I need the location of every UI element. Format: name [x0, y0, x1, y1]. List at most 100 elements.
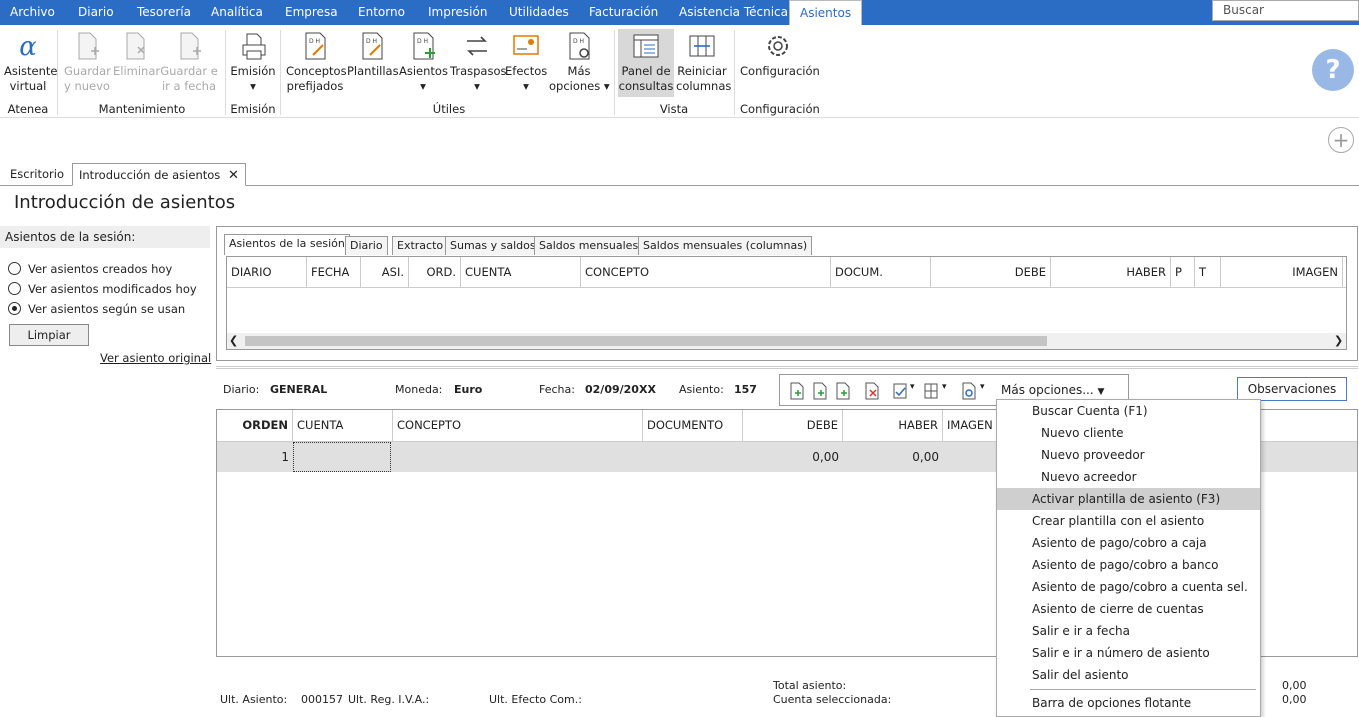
insert-line-icon[interactable] [812, 382, 828, 400]
check-list-icon[interactable] [892, 382, 908, 400]
menu-tab-empresa[interactable]: Empresa [285, 0, 338, 25]
col-cuenta[interactable]: CUENTA [461, 257, 581, 288]
col-imagen[interactable]: IMAGEN [943, 410, 1003, 442]
total-asiento-label: Total asiento: [773, 679, 847, 692]
reiniciar-columnas-button[interactable]: Reiniciar columnas [676, 31, 731, 94]
col-p[interactable]: P [1171, 257, 1195, 288]
tab-introduccion[interactable]: Introducción de asientos ✕ [72, 163, 246, 186]
asientos-button[interactable]: D H Asientos ▾ [399, 31, 448, 94]
menu-item-salir-asiento[interactable]: Salir del asiento [997, 664, 1260, 686]
col-t[interactable]: T [1195, 257, 1221, 288]
efectos-button[interactable]: Efectos ▾ [505, 31, 547, 94]
row-cuenta-cell[interactable] [293, 442, 391, 472]
menu-item-nuevo-cliente[interactable]: Nuevo cliente [997, 422, 1260, 444]
menu-item-pago-caja[interactable]: Asiento de pago/cobro a caja [997, 532, 1260, 554]
configuracion-button[interactable]: Configuración [740, 31, 820, 79]
radio-modificados-hoy[interactable]: Ver asientos modificados hoy [8, 281, 208, 297]
menu-tab-analitica[interactable]: Analítica [211, 0, 263, 25]
scroll-right-icon[interactable]: ❯ [1334, 334, 1343, 347]
col-haber[interactable]: HABER [843, 410, 943, 442]
columns-icon[interactable] [923, 382, 939, 400]
conceptos-prefijados-button[interactable]: D H Conceptos prefijados [286, 31, 347, 94]
menu-item-salir-numero[interactable]: Salir e ir a número de asiento [997, 642, 1260, 664]
menu-tab-impresion[interactable]: Impresión [428, 0, 487, 25]
scroll-left-icon[interactable]: ❮ [229, 334, 238, 347]
menu-item-pago-banco[interactable]: Asiento de pago/cobro a banco [997, 554, 1260, 576]
scrollbar-thumb[interactable] [245, 336, 1047, 346]
group-utiles: Útiles [432, 102, 466, 116]
col-orden[interactable]: ORDEN [217, 410, 293, 442]
new-line-icon[interactable] [789, 382, 805, 400]
chevron-down-icon[interactable]: ▾ [942, 382, 947, 392]
col-docum[interactable]: DOCUM. [831, 257, 931, 288]
col-concepto[interactable]: CONCEPTO [393, 410, 643, 442]
col-cuenta[interactable]: CUENTA [293, 410, 393, 442]
col-documento[interactable]: DOCUMENTO [643, 410, 743, 442]
tab-escritorio[interactable]: Escritorio [10, 163, 64, 186]
tab-diario[interactable]: Diario [345, 236, 388, 255]
menu-tab-asientos[interactable]: Asientos [789, 0, 863, 25]
row-debe[interactable]: 0,00 [743, 450, 839, 464]
col-asi[interactable]: ASI. [361, 257, 409, 288]
guardar-fecha-button[interactable]: Guardar e ir a fecha [160, 31, 218, 94]
tab-extracto[interactable]: Extracto [392, 236, 449, 255]
col-haber[interactable]: HABER [1051, 257, 1171, 288]
menu-tab-facturacion[interactable]: Facturación [589, 0, 658, 25]
close-icon[interactable]: ✕ [228, 168, 239, 183]
tab-saldos-mensuales[interactable]: Saldos mensuales [534, 236, 644, 255]
search-input[interactable]: Buscar [1212, 0, 1359, 21]
menu-item-barra-flotante[interactable]: Barra de opciones flotante [997, 692, 1260, 714]
splitter[interactable] [216, 366, 1358, 369]
eliminar-button[interactable]: Eliminar [113, 31, 160, 79]
preview-icon[interactable] [961, 382, 977, 400]
menu-item-pago-cuenta-sel[interactable]: Asiento de pago/cobro a cuenta sel. [997, 576, 1260, 598]
col-imagen[interactable]: IMAGEN [1221, 257, 1343, 288]
traspasos-button[interactable]: Traspasos ▾ [450, 31, 507, 94]
col-fecha[interactable]: FECHA [307, 257, 361, 288]
mas-opciones-ribbon-button[interactable]: D H Más opciones ▾ [549, 31, 610, 94]
chevron-down-icon[interactable]: ▾ [910, 382, 915, 392]
tab-saldos-mensuales-columnas[interactable]: Saldos mensuales (columnas) [638, 236, 813, 255]
menu-item-activar-plantilla[interactable]: Activar plantilla de asiento (F3) [997, 488, 1260, 510]
tab-sumas-saldos[interactable]: Sumas y saldos [445, 236, 541, 255]
menu-tab-diario[interactable]: Diario [78, 0, 114, 25]
col-debe[interactable]: DEBE [743, 410, 843, 442]
menu-item-buscar-cuenta[interactable]: Buscar Cuenta (F1) [997, 400, 1260, 422]
document-gear-icon: D H [569, 32, 590, 60]
col-concepto[interactable]: CONCEPTO [581, 257, 831, 288]
menu-item-cierre-cuentas[interactable]: Asiento de cierre de cuentas [997, 598, 1260, 620]
menu-tab-tesoreria[interactable]: Tesorería [137, 0, 191, 25]
menu-item-nuevo-proveedor[interactable]: Nuevo proveedor [997, 444, 1260, 466]
observaciones-button[interactable]: Observaciones [1237, 377, 1347, 401]
col-ord[interactable]: ORD. [409, 257, 461, 288]
emision-button[interactable]: Emisión ▾ [230, 31, 276, 94]
radio-creados-hoy[interactable]: Ver asientos creados hoy [8, 261, 208, 277]
asistente-virtual-button[interactable]: α Asistente virtual [4, 31, 58, 94]
col-debe[interactable]: DEBE [931, 257, 1051, 288]
menu-item-salir-fecha[interactable]: Salir e ir a fecha [997, 620, 1260, 642]
col-diario[interactable]: DIARIO [227, 257, 307, 288]
add-line-icon[interactable] [835, 382, 851, 400]
panel-consultas-button[interactable]: Panel de consultas [618, 29, 674, 97]
menu-item-nuevo-acreedor[interactable]: Nuevo acreedor [997, 466, 1260, 488]
chevron-down-icon[interactable]: ▾ [980, 382, 985, 392]
menu-tab-archivo[interactable]: Archivo [10, 0, 55, 25]
menu-item-crear-plantilla[interactable]: Crear plantilla con el asiento [997, 510, 1260, 532]
row-haber[interactable]: 0,00 [843, 450, 939, 464]
svg-text:D H: D H [366, 38, 377, 45]
delete-line-icon[interactable] [864, 382, 880, 400]
add-tab-icon[interactable]: + [1328, 127, 1354, 153]
ver-asiento-original-link[interactable]: Ver asiento original [100, 351, 211, 365]
menu-tab-asistencia[interactable]: Asistencia Técnica [679, 0, 788, 25]
mas-opciones-dropdown[interactable]: Más opciones... ▼ [1001, 383, 1104, 397]
traspasos-label: Traspasos [450, 64, 507, 78]
tab-asientos-sesion[interactable]: Asientos de la sesión [224, 234, 350, 255]
limpiar-button[interactable]: Limpiar [9, 324, 89, 346]
help-icon[interactable]: ? [1312, 49, 1354, 91]
radio-segun-se-usan[interactable]: Ver asientos según se usan [8, 301, 208, 317]
menu-tab-entorno[interactable]: Entorno [358, 0, 405, 25]
horizontal-scrollbar[interactable]: ❮ ❯ [227, 333, 1346, 349]
menu-tab-utilidades[interactable]: Utilidades [509, 0, 569, 25]
guardar-nuevo-button[interactable]: Guardar y nuevo [64, 31, 111, 94]
plantillas-button[interactable]: D H Plantillas [347, 31, 399, 79]
